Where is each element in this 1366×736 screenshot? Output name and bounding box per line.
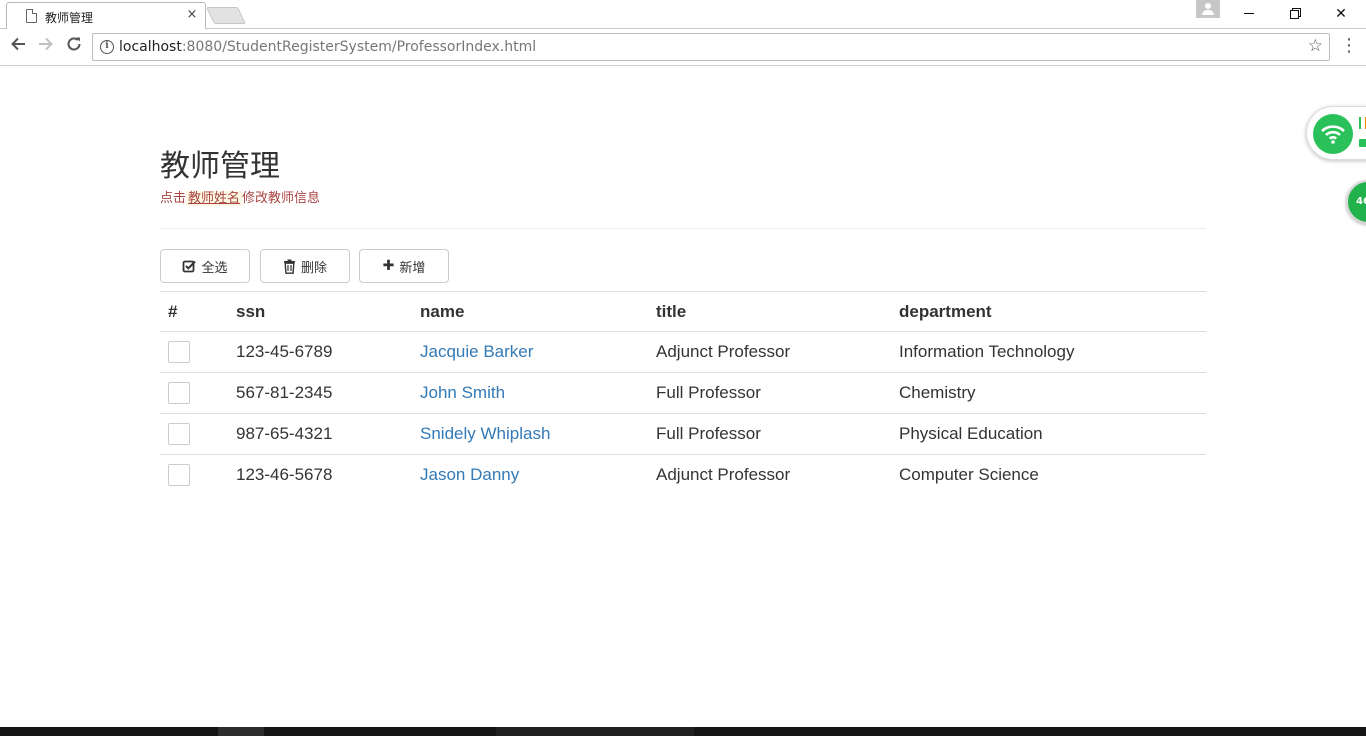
browser-tab-strip: 教师管理 × ✕	[0, 0, 1366, 30]
forward-button[interactable]	[34, 35, 58, 59]
address-bar[interactable]: i localhost:8080/StudentRegisterSystem/P…	[92, 33, 1330, 61]
table-row: 123-45-6789 Jacquie Barker Adjunct Profe…	[160, 331, 1206, 373]
minimize-button[interactable]	[1226, 0, 1272, 28]
hint-highlight: 教师姓名	[186, 191, 243, 206]
kebab-menu-icon[interactable]: ⋮	[1340, 35, 1358, 59]
browser-tab[interactable]: 教师管理 ×	[6, 2, 206, 30]
arrow-left-icon	[11, 37, 25, 51]
add-button[interactable]: ✚ 新增	[359, 249, 449, 283]
network-status-icon	[1359, 115, 1366, 151]
wifi-widget[interactable]	[1306, 106, 1366, 160]
column-header-ssn: ssn	[228, 291, 412, 332]
star-icon[interactable]: ☆	[1308, 36, 1323, 56]
table-row: 987-65-4321 Snidely Whiplash Full Profes…	[160, 413, 1206, 455]
table-row: 567-81-2345 John Smith Full Professor Ch…	[160, 372, 1206, 414]
tab-close-button[interactable]: ×	[185, 7, 199, 23]
reload-icon	[67, 37, 81, 51]
trash-icon	[283, 259, 295, 274]
row-checkbox[interactable]	[168, 382, 190, 404]
user-icon[interactable]	[1196, 0, 1220, 18]
reload-button[interactable]	[62, 35, 86, 59]
cell-ssn: 567-81-2345	[228, 372, 412, 414]
back-button[interactable]	[6, 35, 30, 59]
select-all-button[interactable]: 全选	[160, 249, 250, 283]
document-icon	[26, 9, 37, 23]
cell-title: Full Professor	[648, 413, 891, 455]
cell-title: Adjunct Professor	[656, 465, 791, 485]
wifi-icon[interactable]	[1313, 114, 1353, 154]
taskbar-item[interactable]	[496, 727, 694, 736]
table-header-row: # ssn name title department	[160, 291, 1206, 332]
column-header-name: name	[412, 291, 648, 332]
column-header-department: department	[891, 291, 1206, 332]
row-checkbox[interactable]	[168, 464, 190, 487]
taskbar-item[interactable]	[218, 727, 264, 736]
tab-title: 教师管理	[45, 11, 94, 25]
speed-ball[interactable]: 46	[1346, 180, 1366, 224]
cell-department: Computer Science	[899, 465, 1039, 485]
page-title: 教师管理	[160, 149, 280, 184]
row-checkbox[interactable]	[168, 423, 190, 445]
column-header-title: title	[648, 291, 891, 332]
page-hint: 点击 教师姓名 修改教师信息	[160, 191, 321, 206]
page-header: 教师管理 点击 教师姓名 修改教师信息	[160, 148, 1206, 229]
arrow-right-icon	[39, 37, 53, 51]
professor-name-link[interactable]: John Smith	[420, 383, 505, 402]
column-header-index: #	[160, 291, 228, 332]
cell-ssn: 987-65-4321	[228, 413, 412, 455]
cell-department: Chemistry	[891, 372, 1206, 414]
plus-icon: ✚	[382, 258, 395, 274]
professor-name-link[interactable]: Jacquie Barker	[420, 342, 533, 361]
delete-button[interactable]: 删除	[260, 249, 350, 283]
info-icon[interactable]: i	[100, 40, 114, 54]
wifi-signal-icon	[1321, 125, 1345, 144]
restore-button[interactable]	[1272, 0, 1318, 28]
new-tab-button[interactable]	[206, 7, 246, 24]
professor-name-link[interactable]: Snidely Whiplash	[420, 424, 550, 443]
row-checkbox[interactable]	[168, 341, 190, 363]
professor-name-link[interactable]: Jason Danny	[420, 465, 519, 484]
cell-title: Full Professor	[648, 372, 891, 414]
cell-title: Adjunct Professor	[648, 331, 891, 373]
professor-table: # ssn name title department 123-45-6789 …	[160, 291, 1206, 496]
cell-department: Physical Education	[891, 413, 1206, 455]
url-text[interactable]: localhost:8080/StudentRegisterSystem/Pro…	[119, 39, 536, 55]
cell-ssn: 123-46-5678	[236, 465, 333, 485]
window-close-button[interactable]: ✕	[1318, 0, 1364, 28]
check-square-icon	[183, 260, 197, 273]
cell-department: Information Technology	[891, 331, 1206, 373]
os-taskbar	[0, 727, 1366, 736]
cell-ssn: 123-45-6789	[228, 331, 412, 373]
table-row: 123-46-5678 Jason Danny Adjunct Professo…	[160, 455, 1206, 496]
browser-toolbar: i localhost:8080/StudentRegisterSystem/P…	[0, 29, 1366, 66]
